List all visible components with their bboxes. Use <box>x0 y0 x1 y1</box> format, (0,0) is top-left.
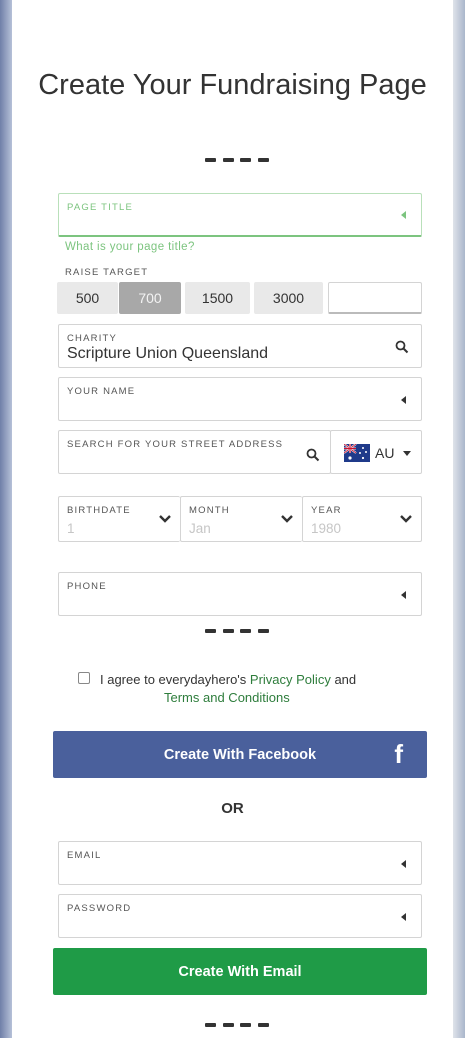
window-left-edge <box>0 0 12 1038</box>
target-option-500[interactable]: 500 <box>57 282 118 314</box>
caret-left-icon <box>401 396 406 404</box>
search-icon[interactable] <box>395 340 409 354</box>
password-label: PASSWORD <box>67 903 132 914</box>
divider-top <box>205 157 269 163</box>
phone-field[interactable]: PHONE <box>58 572 422 616</box>
caret-left-icon <box>401 913 406 921</box>
divider-bottom <box>205 1022 269 1028</box>
window-right-edge <box>453 0 465 1038</box>
page-title-label: PAGE TITLE <box>67 202 134 213</box>
birthdate-label: BIRTHDATE <box>67 505 131 516</box>
birthdate-day-placeholder: 1 <box>67 521 75 536</box>
year-label: YEAR <box>311 505 342 516</box>
email-field[interactable]: EMAIL <box>58 841 422 885</box>
raise-target-label: RAISE TARGET <box>65 267 149 278</box>
caret-left-icon <box>401 211 406 219</box>
address-label: SEARCH FOR YOUR STREET ADDRESS <box>67 439 284 450</box>
search-icon[interactable] <box>306 448 320 462</box>
caret-left-icon <box>401 591 406 599</box>
facebook-button-label: Create With Facebook <box>163 746 317 763</box>
password-field[interactable]: PASSWORD <box>58 894 422 938</box>
chevron-down-icon <box>403 451 411 456</box>
your-name-field[interactable]: YOUR NAME <box>58 377 422 421</box>
charity-field[interactable]: CHARITY Scripture Union Queensland <box>58 324 422 368</box>
country-select[interactable]: AU <box>330 430 422 474</box>
terms-link[interactable]: Terms and Conditions <box>164 690 290 705</box>
facebook-icon: f <box>394 739 403 769</box>
australia-flag-icon <box>344 444 370 462</box>
page-title: Create Your Fundraising Page <box>38 69 427 101</box>
address-search-field[interactable]: SEARCH FOR YOUR STREET ADDRESS <box>58 430 331 474</box>
charity-value: Scripture Union Queensland <box>67 345 269 362</box>
month-label: MONTH <box>189 505 230 516</box>
birthdate-month-select[interactable]: MONTH Jan <box>180 496 302 542</box>
email-button-label: Create With Email <box>178 963 302 980</box>
privacy-policy-link[interactable]: Privacy Policy <box>250 672 331 687</box>
chevron-down-icon <box>400 515 412 523</box>
birthdate-day-select[interactable]: BIRTHDATE 1 <box>58 496 180 542</box>
consent-text: I agree to everydayhero's Privacy Policy… <box>80 671 420 707</box>
email-label: EMAIL <box>67 850 102 861</box>
create-with-email-button[interactable]: Create With Email <box>53 948 427 995</box>
custom-target-input[interactable] <box>328 282 422 314</box>
consent-prefix: I agree to everydayhero's <box>100 672 250 687</box>
consent-middle: and <box>330 672 357 687</box>
target-option-3000[interactable]: 3000 <box>254 282 323 314</box>
chevron-down-icon <box>159 515 171 523</box>
divider-middle <box>205 628 269 634</box>
chevron-down-icon <box>281 515 293 523</box>
or-separator: OR <box>221 800 244 817</box>
your-name-label: YOUR NAME <box>67 386 136 397</box>
page-title-field[interactable]: PAGE TITLE <box>58 193 422 237</box>
target-option-700[interactable]: 700 <box>119 282 181 314</box>
page-title-hint: What is your page title? <box>65 241 195 253</box>
country-code: AU <box>375 445 395 461</box>
phone-label: PHONE <box>67 581 107 592</box>
charity-label: CHARITY <box>67 333 118 344</box>
target-option-1500[interactable]: 1500 <box>185 282 250 314</box>
caret-left-icon <box>401 860 406 868</box>
year-placeholder: 1980 <box>311 521 342 536</box>
signup-card: Create Your Fundraising Page PAGE TITLE … <box>12 0 453 1038</box>
month-placeholder: Jan <box>189 521 211 536</box>
create-with-facebook-button[interactable]: Create With Facebook f <box>53 731 427 778</box>
birthdate-year-select[interactable]: YEAR 1980 <box>302 496 422 542</box>
